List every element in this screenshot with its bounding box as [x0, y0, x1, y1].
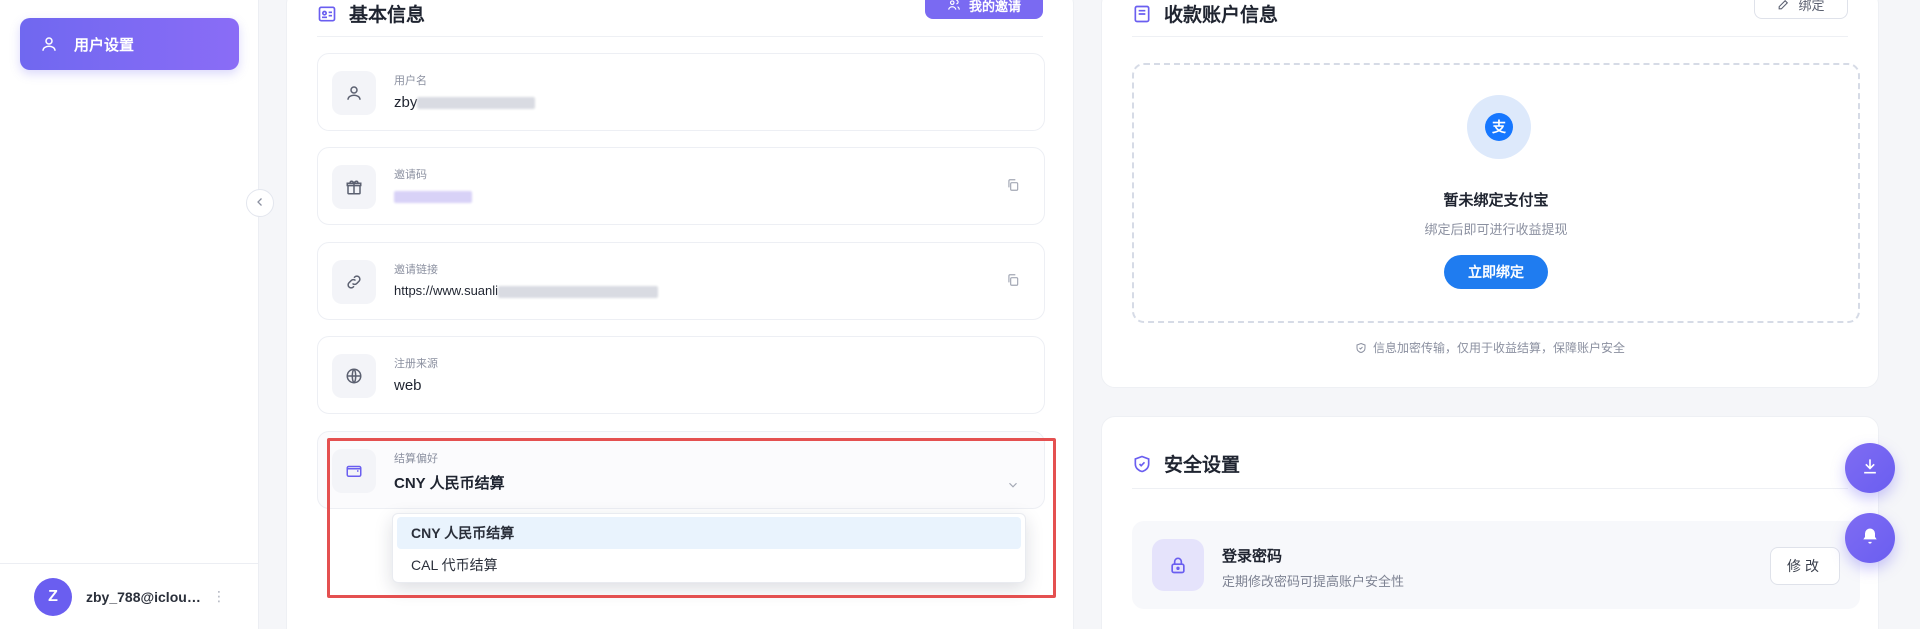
- field-value: zby: [394, 94, 536, 111]
- sidebar-item-user-settings[interactable]: 用户设置: [20, 18, 239, 70]
- login-password-row: 登录密码 定期修改密码可提高账户安全性 修改: [1132, 521, 1860, 609]
- globe-icon: [332, 354, 376, 398]
- security-title: 安全设置: [1164, 455, 1241, 476]
- change-password-button[interactable]: 修改: [1770, 547, 1840, 585]
- payment-account-card: 收款账户信息 绑定 支 暂未绑定支付宝 绑定后即可进行收益提现 立即绑定 信息加…: [1101, 0, 1879, 388]
- settlement-option-cal[interactable]: CAL 代币结算: [397, 549, 1021, 581]
- field-username: 用户名 zby: [317, 53, 1045, 131]
- bind-account-button[interactable]: 绑定: [1754, 0, 1848, 19]
- field-invite-code: 邀请码: [317, 147, 1045, 225]
- svg-text:支: 支: [1491, 119, 1507, 136]
- field-value: [394, 188, 472, 205]
- settlement-dropdown: CNY 人民币结算 CAL 代币结算: [392, 513, 1026, 583]
- redacted-text: [498, 285, 659, 298]
- secure-note-text: 信息加密传输，仅用于收益结算，保障账户安全: [1372, 341, 1625, 355]
- link-icon: [332, 260, 376, 304]
- settlement-preference-select[interactable]: 结算偏好 CNY 人民币结算: [317, 431, 1045, 509]
- basic-info-title: 基本信息: [349, 5, 426, 26]
- field-label: 邀请链接: [394, 264, 438, 276]
- redacted-text: [394, 191, 472, 204]
- secure-note: 信息加密传输，仅用于收益结算，保障账户安全: [1102, 339, 1878, 356]
- my-invite-label: 我的邀请: [968, 0, 1021, 14]
- alipay-logo: 支: [1467, 95, 1531, 159]
- payment-account-header: 收款账户信息: [1132, 0, 1848, 37]
- field-label: 用户名: [394, 75, 427, 87]
- alipay-empty-subtitle: 绑定后即可进行收益提现: [1424, 222, 1568, 237]
- alipay-empty-state: 支 暂未绑定支付宝 绑定后即可进行收益提现 立即绑定: [1132, 63, 1860, 323]
- field-label: 邀请码: [394, 169, 427, 181]
- username-value: zby: [394, 94, 418, 111]
- user-name: zby_788@icloud....: [86, 588, 206, 605]
- download-button[interactable]: [1845, 443, 1895, 493]
- bind-now-button[interactable]: 立即绑定: [1444, 255, 1548, 289]
- field-register-source: 注册来源 web: [317, 336, 1045, 414]
- field-label: 注册来源: [394, 358, 438, 370]
- wallet-icon: [332, 449, 376, 493]
- sidebar-item-label: 用户设置: [74, 36, 135, 54]
- chevron-left-icon: [254, 195, 266, 211]
- my-invite-button[interactable]: 我的邀请: [925, 0, 1043, 19]
- account-icon: [1132, 4, 1152, 24]
- field-label: 结算偏好: [394, 453, 438, 465]
- gift-icon: [332, 165, 376, 209]
- copy-icon[interactable]: [1006, 273, 1020, 292]
- notification-button[interactable]: [1845, 513, 1895, 563]
- user-icon: [38, 33, 60, 55]
- shield-check-icon: [1355, 342, 1367, 354]
- avatar: Z: [34, 577, 72, 616]
- settlement-option-cny[interactable]: CNY 人民币结算: [397, 517, 1021, 549]
- more-vertical-icon[interactable]: ⋮: [212, 588, 226, 605]
- app-root: 用户设置 Z zby_788@icloud.... ⋮ 基本信息 我的邀请 用户…: [0, 0, 1920, 629]
- settlement-selected-value: CNY 人民币结算: [394, 475, 505, 492]
- edit-icon: [1777, 0, 1790, 11]
- bind-account-label: 绑定: [1798, 0, 1825, 13]
- bell-icon: [1860, 526, 1880, 551]
- sidebar-user-profile[interactable]: Z zby_788@icloud.... ⋮: [0, 563, 259, 629]
- sidebar: 用户设置 Z zby_788@icloud.... ⋮: [0, 0, 259, 629]
- chevron-down-icon[interactable]: [1006, 478, 1020, 497]
- security-header: 安全设置: [1132, 439, 1848, 489]
- lock-icon: [1152, 539, 1204, 591]
- security-card: 安全设置 登录密码 定期修改密码可提高账户安全性 修改: [1101, 416, 1879, 629]
- invite-link-value: https://www.suanli: [394, 283, 499, 298]
- login-password-title: 登录密码: [1222, 548, 1283, 565]
- payment-account-title: 收款账户信息: [1164, 5, 1279, 26]
- copy-icon[interactable]: [1006, 178, 1020, 197]
- redacted-text: [417, 97, 536, 110]
- alipay-empty-title: 暂未绑定支付宝: [1443, 192, 1549, 209]
- users-icon: [947, 0, 961, 12]
- field-value: https://www.suanli: [394, 283, 659, 298]
- field-value: web: [394, 377, 422, 394]
- download-icon: [1860, 456, 1880, 481]
- collapse-sidebar-button[interactable]: [246, 189, 274, 217]
- user-icon: [332, 71, 376, 115]
- login-password-subtitle: 定期修改密码可提高账户安全性: [1222, 574, 1405, 589]
- field-invite-link: 邀请链接 https://www.suanli: [317, 242, 1045, 320]
- id-card-icon: [317, 4, 337, 24]
- shield-check-icon: [1132, 454, 1152, 474]
- basic-info-header: 基本信息 我的邀请: [317, 0, 1043, 37]
